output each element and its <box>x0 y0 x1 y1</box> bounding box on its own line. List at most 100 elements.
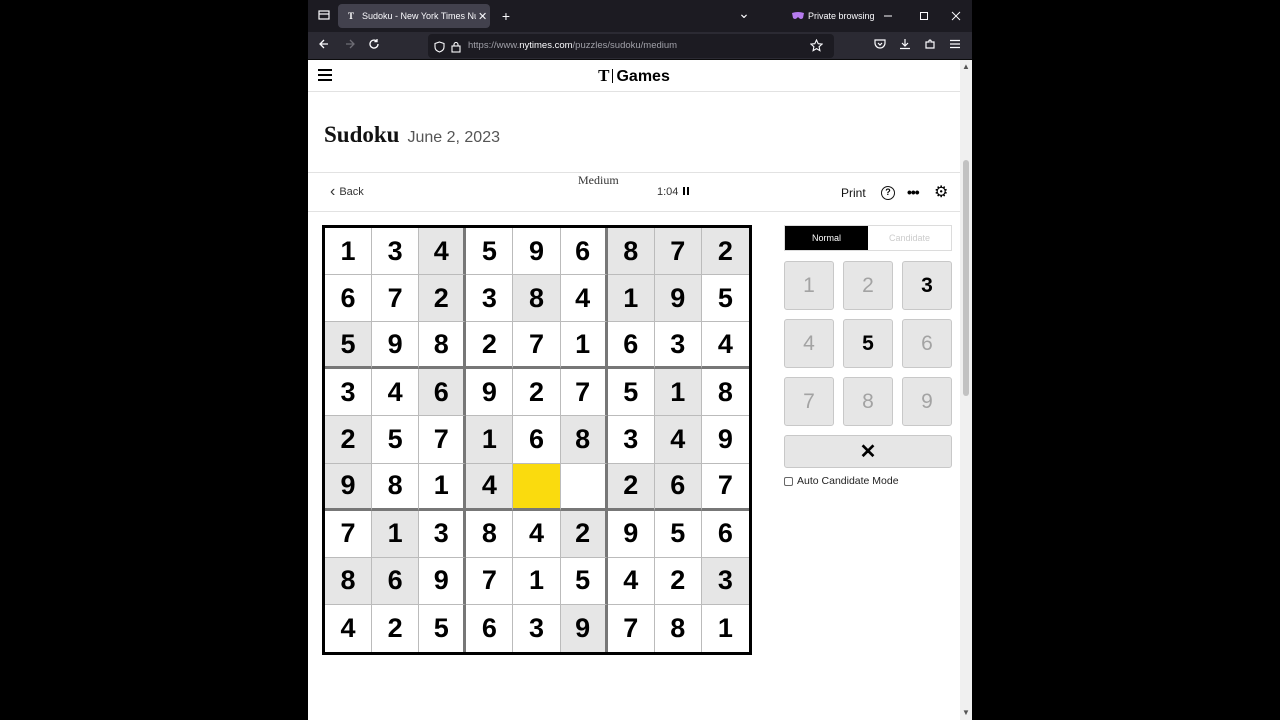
sudoku-cell[interactable] <box>513 463 561 511</box>
sudoku-cell[interactable]: 7 <box>419 416 467 464</box>
active-tab[interactable]: T Sudoku - New York Times Num ✕ <box>338 4 490 28</box>
sudoku-cell[interactable]: 5 <box>701 275 749 323</box>
sudoku-cell[interactable]: 9 <box>654 275 702 323</box>
sudoku-cell[interactable]: 4 <box>701 322 749 370</box>
reload-icon[interactable] <box>364 32 384 60</box>
maximize-button[interactable] <box>912 0 936 32</box>
sudoku-cell[interactable]: 1 <box>701 604 749 652</box>
sudoku-cell[interactable]: 8 <box>513 275 561 323</box>
nyt-games-logo[interactable]: T Games <box>308 66 960 86</box>
sudoku-cell[interactable]: 8 <box>560 416 608 464</box>
sudoku-cell[interactable]: 5 <box>419 604 467 652</box>
tracking-protection-shield-icon[interactable] <box>434 40 445 58</box>
number-key-6[interactable]: 6 <box>902 319 952 368</box>
candidate-mode-tab[interactable]: Candidate <box>868 226 951 250</box>
more-options-icon[interactable]: ••• <box>907 173 920 211</box>
sudoku-cell[interactable]: 6 <box>372 557 420 605</box>
sudoku-cell[interactable]: 1 <box>607 275 655 323</box>
lock-icon[interactable] <box>451 40 461 58</box>
sudoku-cell[interactable] <box>560 463 608 511</box>
sudoku-cell[interactable]: 9 <box>466 369 514 417</box>
sudoku-cell[interactable]: 2 <box>560 510 608 558</box>
normal-mode-tab[interactable]: Normal <box>785 226 868 250</box>
sudoku-cell[interactable]: 4 <box>607 557 655 605</box>
scroll-down-arrow-icon[interactable]: ▼ <box>960 708 972 717</box>
sudoku-cell[interactable]: 1 <box>419 463 467 511</box>
new-tab-button[interactable]: + <box>496 0 516 32</box>
sudoku-cell[interactable]: 6 <box>701 510 749 558</box>
bookmark-star-icon[interactable] <box>809 38 824 57</box>
sudoku-cell[interactable]: 7 <box>513 322 561 370</box>
sudoku-cell[interactable]: 2 <box>513 369 561 417</box>
sudoku-cell[interactable]: 9 <box>419 557 467 605</box>
sudoku-cell[interactable]: 5 <box>466 228 514 276</box>
sudoku-cell[interactable]: 4 <box>560 275 608 323</box>
sudoku-cell[interactable]: 8 <box>419 322 467 370</box>
number-key-4[interactable]: 4 <box>784 319 834 368</box>
extensions-puzzle-icon[interactable] <box>920 32 940 60</box>
sudoku-cell[interactable]: 5 <box>654 510 702 558</box>
sudoku-cell[interactable]: 9 <box>513 228 561 276</box>
sudoku-cell[interactable]: 4 <box>466 463 514 511</box>
sudoku-cell[interactable]: 7 <box>466 557 514 605</box>
sudoku-cell[interactable]: 5 <box>607 369 655 417</box>
sudoku-cell[interactable]: 2 <box>607 463 655 511</box>
sudoku-cell[interactable]: 6 <box>654 463 702 511</box>
sudoku-cell[interactable]: 3 <box>419 510 467 558</box>
sudoku-cell[interactable]: 1 <box>560 322 608 370</box>
sudoku-cell[interactable]: 2 <box>419 275 467 323</box>
sudoku-cell[interactable]: 3 <box>466 275 514 323</box>
number-key-8[interactable]: 8 <box>843 377 893 426</box>
sudoku-cell[interactable]: 3 <box>325 369 373 417</box>
sudoku-cell[interactable]: 2 <box>325 416 373 464</box>
minimize-button[interactable] <box>876 0 900 32</box>
sudoku-cell[interactable]: 3 <box>654 322 702 370</box>
number-key-9[interactable]: 9 <box>902 377 952 426</box>
sudoku-cell[interactable]: 3 <box>372 228 420 276</box>
sudoku-cell[interactable]: 2 <box>466 322 514 370</box>
sudoku-cell[interactable]: 7 <box>607 604 655 652</box>
back-arrow-icon[interactable] <box>314 32 334 60</box>
sudoku-cell[interactable]: 4 <box>419 228 467 276</box>
number-key-5[interactable]: 5 <box>843 319 893 368</box>
back-button[interactable]: ‹ Back <box>330 173 364 211</box>
sudoku-cell[interactable]: 1 <box>372 510 420 558</box>
sudoku-cell[interactable]: 6 <box>560 228 608 276</box>
sudoku-cell[interactable]: 9 <box>325 463 373 511</box>
sudoku-cell[interactable]: 4 <box>372 369 420 417</box>
sudoku-cell[interactable]: 7 <box>654 228 702 276</box>
sudoku-cell[interactable]: 8 <box>607 228 655 276</box>
scrollbar-thumb[interactable] <box>963 160 969 396</box>
sudoku-cell[interactable]: 4 <box>513 510 561 558</box>
sudoku-cell[interactable]: 1 <box>513 557 561 605</box>
sudoku-cell[interactable]: 8 <box>654 604 702 652</box>
sudoku-cell[interactable]: 5 <box>560 557 608 605</box>
sudoku-cell[interactable]: 7 <box>325 510 373 558</box>
sudoku-cell[interactable]: 3 <box>701 557 749 605</box>
sudoku-cell[interactable]: 9 <box>560 604 608 652</box>
sudoku-cell[interactable]: 1 <box>466 416 514 464</box>
sudoku-cell[interactable]: 2 <box>701 228 749 276</box>
sudoku-cell[interactable]: 7 <box>372 275 420 323</box>
sudoku-cell[interactable]: 5 <box>372 416 420 464</box>
sudoku-cell[interactable]: 8 <box>325 557 373 605</box>
page-scrollbar[interactable]: ▲ ▼ <box>960 60 972 720</box>
sudoku-cell[interactable]: 4 <box>654 416 702 464</box>
sudoku-cell[interactable]: 6 <box>325 275 373 323</box>
close-window-button[interactable] <box>944 0 968 32</box>
auto-candidate-label[interactable]: Auto Candidate Mode <box>797 475 899 487</box>
sudoku-cell[interactable]: 4 <box>325 604 373 652</box>
sudoku-cell[interactable]: 7 <box>701 463 749 511</box>
sudoku-cell[interactable]: 1 <box>654 369 702 417</box>
sudoku-cell[interactable]: 5 <box>325 322 373 370</box>
sudoku-cell[interactable]: 3 <box>513 604 561 652</box>
settings-gear-icon[interactable]: ⚙ <box>934 185 948 201</box>
pause-icon[interactable] <box>683 187 690 195</box>
url-text[interactable]: https://www.nytimes.com/puzzles/sudoku/m… <box>468 34 677 58</box>
sudoku-cell[interactable]: 6 <box>607 322 655 370</box>
tab-close-icon[interactable]: ✕ <box>478 10 487 23</box>
app-menu-hamburger-icon[interactable] <box>945 32 965 60</box>
sudoku-cell[interactable]: 1 <box>325 228 373 276</box>
downloads-icon[interactable] <box>895 32 915 60</box>
sudoku-cell[interactable]: 6 <box>513 416 561 464</box>
